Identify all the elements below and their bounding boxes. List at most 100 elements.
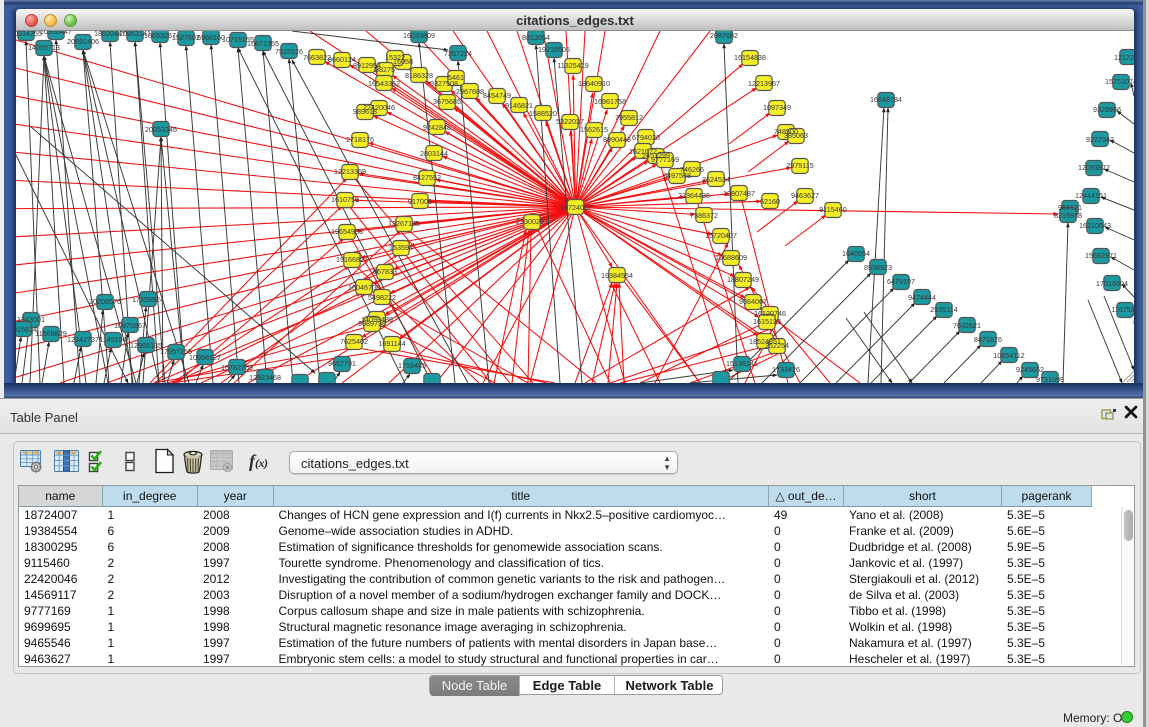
- svg-text:1588520: 1588520: [529, 109, 557, 118]
- svg-text:8215938: 8215938: [1054, 211, 1082, 220]
- svg-text:1097349: 1097349: [763, 103, 791, 112]
- svg-text:11568829: 11568829: [35, 329, 66, 338]
- svg-text:2967608: 2967608: [456, 87, 484, 96]
- svg-text:9242848: 9242848: [423, 123, 451, 132]
- svg-text:16033809: 16033809: [403, 31, 435, 40]
- svg-text:12905135: 12905135: [130, 341, 162, 350]
- svg-text:917006: 917006: [408, 197, 432, 206]
- svg-text:19218506: 19218506: [538, 45, 570, 54]
- svg-text:7357224: 7357224: [444, 49, 472, 58]
- svg-text:16543362: 16543362: [368, 79, 400, 88]
- svg-text:10807487: 10807487: [723, 189, 755, 198]
- svg-text:867833: 867833: [373, 267, 397, 276]
- svg-text:16961758: 16961758: [594, 97, 626, 106]
- svg-text:9329966: 9329966: [1093, 105, 1121, 114]
- svg-text:9463627: 9463627: [791, 191, 819, 200]
- svg-text:14055713: 14055713: [28, 43, 60, 52]
- svg-text:8990448: 8990448: [603, 135, 631, 144]
- svg-text:6794028: 6794028: [632, 133, 660, 142]
- svg-text:5461: 5461: [448, 73, 464, 82]
- svg-text:2803144: 2803144: [420, 149, 448, 158]
- svg-text:1610755: 1610755: [331, 195, 359, 204]
- svg-text:989618: 989618: [353, 107, 377, 116]
- svg-text:5498222: 5498222: [368, 293, 396, 302]
- svg-text:13267130: 13267130: [388, 219, 420, 228]
- svg-text:10688609: 10688609: [715, 253, 747, 262]
- svg-text:8660124: 8660124: [328, 55, 356, 64]
- svg-text:21364436: 21364436: [678, 191, 710, 200]
- svg-text:8454749: 8454749: [483, 91, 511, 100]
- svg-text:7386372: 7386372: [690, 211, 718, 220]
- svg-text:10654112: 10654112: [993, 351, 1024, 360]
- svg-text:12093872: 12093872: [1078, 163, 1110, 172]
- svg-text:8471676: 8471676: [974, 335, 1002, 344]
- svg-text:12342737: 12342737: [67, 335, 99, 344]
- svg-text:9089736: 9089736: [358, 319, 386, 328]
- svg-text:2718176: 2718176: [346, 135, 374, 144]
- svg-text:1145194: 1145194: [99, 335, 126, 344]
- svg-text:19654983: 19654983: [331, 227, 363, 236]
- svg-text:18807249: 18807249: [727, 275, 759, 284]
- svg-text:9245652: 9245652: [1016, 365, 1044, 374]
- svg-text:7625402: 7625402: [340, 337, 368, 346]
- svg-text:9084067: 9084067: [739, 297, 767, 306]
- svg-text:16648784: 16648784: [870, 95, 902, 104]
- svg-text:2975115: 2975115: [786, 161, 813, 170]
- svg-text:15136141: 15136141: [726, 359, 758, 368]
- svg-text:15322: 15322: [385, 53, 405, 62]
- svg-text:15692971: 15692971: [1085, 251, 1117, 260]
- svg-text:1167535: 1167535: [1111, 305, 1134, 314]
- svg-text:1733426: 1733426: [772, 365, 800, 374]
- svg-text:9777169: 9777169: [651, 155, 679, 164]
- svg-text:20053346: 20053346: [145, 125, 177, 134]
- svg-text:1562615: 1562615: [580, 125, 608, 134]
- svg-text:16210643: 16210643: [1079, 221, 1111, 230]
- svg-text:9474444: 9474444: [908, 293, 936, 302]
- svg-text:12213369: 12213369: [334, 167, 366, 176]
- svg-text:8938923: 8938923: [864, 263, 892, 272]
- svg-text:1217234: 1217234: [1114, 53, 1134, 62]
- svg-text:1691144: 1691144: [378, 339, 405, 348]
- svg-text:7955812: 7955812: [615, 113, 643, 122]
- svg-text:1716485: 1716485: [398, 361, 426, 370]
- svg-text:385063: 385063: [784, 131, 808, 140]
- svg-text:20334755: 20334755: [16, 31, 42, 38]
- svg-text:7663822: 7663822: [303, 53, 331, 62]
- svg-text:3915814: 3915814: [16, 325, 37, 334]
- svg-text:11325419: 11325419: [557, 61, 588, 70]
- svg-text:6966160: 6966160: [197, 33, 225, 42]
- svg-text:16046708: 16046708: [348, 283, 380, 292]
- svg-text:20998447: 20998447: [40, 31, 72, 36]
- svg-text:19166827: 19166827: [336, 255, 368, 264]
- svg-text:98275: 98275: [375, 65, 395, 74]
- svg-text:18640910: 18640910: [578, 79, 610, 88]
- svg-text:17016504: 17016504: [1096, 279, 1128, 288]
- svg-text:8427552: 8427552: [413, 173, 441, 182]
- svg-text:9731099: 9731099: [1036, 375, 1064, 383]
- svg-text:20691406: 20691406: [67, 37, 99, 46]
- svg-text:3624534: 3624534: [702, 175, 730, 184]
- svg-text:6479197: 6479197: [887, 277, 915, 286]
- svg-text:3675685: 3675685: [433, 97, 461, 106]
- svg-text:19384554: 19384554: [601, 271, 633, 280]
- svg-text:1640954: 1640954: [842, 249, 870, 258]
- svg-text:17359924: 17359924: [132, 295, 164, 304]
- svg-text:252254: 252254: [765, 341, 789, 350]
- svg-text:1615132: 1615132: [753, 317, 781, 326]
- svg-text:2087682: 2087682: [710, 31, 738, 40]
- svg-text:9657791: 9657791: [328, 359, 356, 368]
- svg-text:8813054: 8813054: [522, 33, 550, 42]
- svg-text:17957255: 17957255: [160, 347, 192, 356]
- svg-text:153594: 153594: [389, 243, 413, 252]
- svg-text:1343001: 1343001: [17, 315, 45, 324]
- svg-text:9227342: 9227342: [1086, 135, 1114, 144]
- svg-text:8186328: 8186328: [405, 71, 433, 80]
- svg-text:16782759: 16782759: [221, 363, 253, 372]
- svg-text:10958127: 10958127: [189, 353, 221, 362]
- svg-text:12444151: 12444151: [1075, 191, 1107, 200]
- svg-text:7515526: 7515526: [275, 47, 303, 56]
- svg-text:10975867: 10975867: [114, 321, 146, 330]
- svg-text:16154838: 16154838: [734, 53, 766, 62]
- svg-text:62160: 62160: [760, 197, 780, 206]
- svg-text:23300293: 23300293: [516, 217, 548, 226]
